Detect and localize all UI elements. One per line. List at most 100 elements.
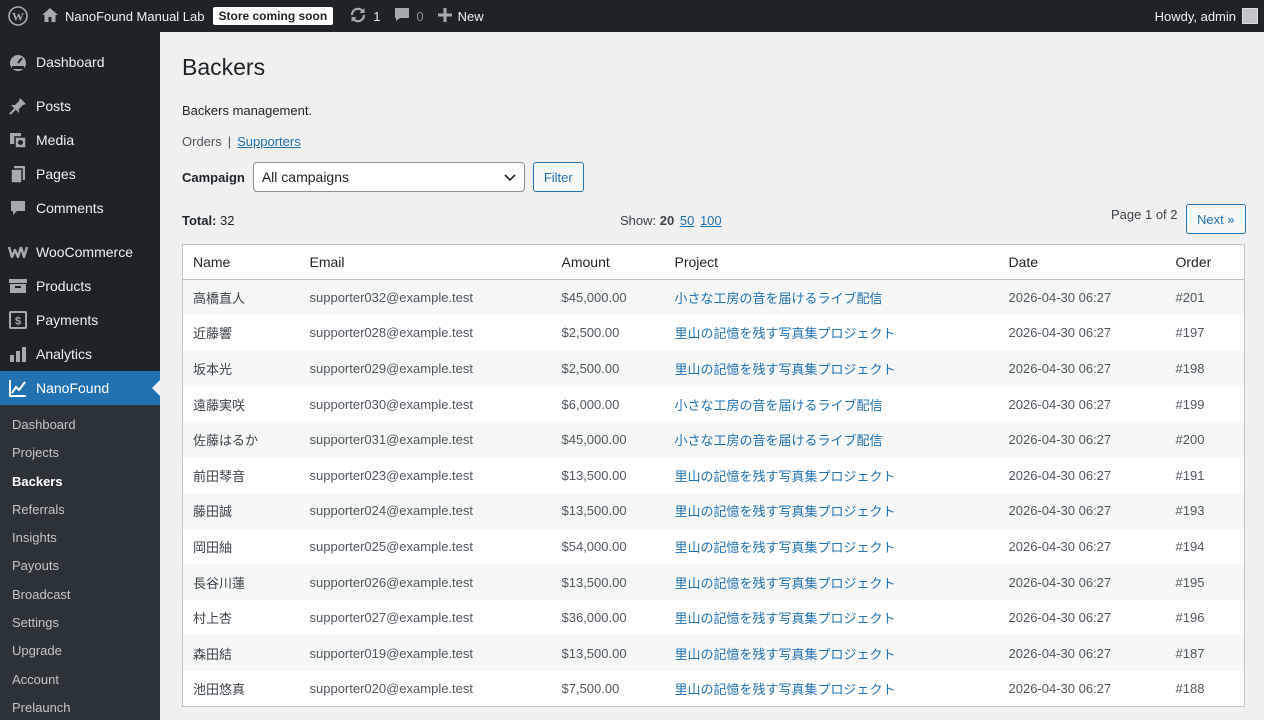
submenu-payouts[interactable]: Payouts [0, 552, 160, 580]
menu-pages[interactable]: Pages [0, 157, 160, 191]
submenu-projects[interactable]: Projects [0, 439, 160, 467]
cell-order: #187 [1175, 645, 1205, 661]
cell-date: 2026-04-30 06:27 [1008, 503, 1112, 519]
cell-order: #198 [1175, 360, 1205, 376]
my-account-link[interactable]: Howdy, admin [1148, 0, 1264, 32]
cell-project-link[interactable]: 里山の記憶を残す写真集プロジェクト [675, 611, 896, 626]
new-content-link[interactable]: New [431, 0, 491, 32]
submenu-settings[interactable]: Settings [0, 609, 160, 637]
cell-email: supporter028@example.test [309, 325, 474, 341]
cell-email: supporter030@example.test [309, 396, 474, 412]
cell-project-link[interactable]: 里山の記憶を残す写真集プロジェクト [675, 326, 896, 341]
cell-email: supporter025@example.test [309, 538, 474, 554]
submenu-referrals[interactable]: Referrals [0, 496, 160, 524]
column-header-email: Email [299, 244, 552, 280]
cell-order: #195 [1175, 574, 1205, 590]
cell-project-link[interactable]: 里山の記憶を残す写真集プロジェクト [675, 504, 896, 519]
cell-date: 2026-04-30 06:27 [1008, 325, 1112, 341]
table-row: 村上杏 supporter027@example.test $36,000.00… [183, 600, 1245, 636]
comments-count: 0 [416, 8, 424, 24]
cell-email: supporter031@example.test [309, 432, 474, 448]
cell-project-link[interactable]: 里山の記憶を残す写真集プロジェクト [675, 682, 896, 697]
cell-order: #199 [1175, 396, 1205, 412]
cell-project-link[interactable]: 里山の記憶を残す写真集プロジェクト [675, 647, 896, 662]
cell-email: supporter024@example.test [309, 503, 474, 519]
comments-link[interactable]: 0 [387, 0, 430, 32]
comment-icon [8, 198, 28, 218]
submenu-broadcast[interactable]: Broadcast [0, 581, 160, 609]
menu-nanofound[interactable]: NanoFound [0, 371, 160, 405]
menu-comments[interactable]: Comments [0, 191, 160, 225]
cell-email: supporter032@example.test [309, 290, 474, 306]
total-value: 32 [220, 213, 235, 228]
svg-text:$: $ [15, 316, 21, 328]
new-label: New [457, 8, 484, 24]
cell-amount: $54,000.00 [561, 538, 627, 554]
cell-name: 藤田誠 [193, 504, 233, 520]
cell-project-link[interactable]: 小さな工房の音を届けるライブ配信 [675, 433, 883, 448]
cell-project-link[interactable]: 里山の記憶を残す写真集プロジェクト [675, 469, 896, 484]
submenu-account[interactable]: Account [0, 666, 160, 694]
submenu-upgrade[interactable]: Upgrade [0, 637, 160, 665]
table-row: 長谷川蓮 supporter026@example.test $13,500.0… [182, 564, 1245, 600]
cell-email: supporter020@example.test [309, 681, 474, 697]
per-page-100-link[interactable]: 100 [700, 213, 722, 228]
submenu-insights[interactable]: Insights [0, 524, 160, 552]
menu-analytics[interactable]: Analytics [0, 337, 160, 371]
menu-label: Media [36, 132, 75, 148]
view-supporters-link[interactable]: Supporters [237, 134, 301, 149]
filter-button[interactable]: Filter [532, 162, 584, 192]
wordpress-logo-icon[interactable]: W [0, 0, 36, 32]
nanofound-submenu: Dashboard Projects Backers Referrals Ins… [0, 405, 160, 720]
submenu-prelaunch[interactable]: Prelaunch [0, 694, 160, 720]
menu-label: Analytics [36, 346, 93, 362]
home-icon [42, 7, 58, 25]
menu-products[interactable]: Products [0, 269, 160, 303]
menu-label: Products [36, 278, 92, 294]
cell-order: #197 [1175, 325, 1205, 341]
cell-date: 2026-04-30 06:27 [1008, 645, 1112, 661]
menu-posts[interactable]: Posts [0, 89, 160, 123]
filter-row: Campaign All campaigns Filter [182, 162, 1264, 192]
store-status-badge[interactable]: Store coming soon [212, 7, 334, 25]
campaign-select[interactable]: All campaigns [252, 162, 525, 192]
cell-date: 2026-04-30 06:27 [1008, 681, 1112, 697]
cell-order: #188 [1175, 681, 1205, 697]
cell-order: #201 [1175, 290, 1205, 306]
next-page-button[interactable]: Next » [1186, 204, 1246, 234]
cell-project-link[interactable]: 里山の記憶を残す写真集プロジェクト [675, 362, 896, 377]
cell-project-link[interactable]: 小さな工房の音を届けるライブ配信 [675, 398, 883, 413]
menu-label: WooCommerce [36, 244, 133, 260]
menu-woocommerce[interactable]: WooCommerce [0, 235, 160, 269]
menu-label: Pages [36, 166, 76, 182]
per-page-50-link[interactable]: 50 [680, 213, 694, 228]
view-orders[interactable]: Orders [182, 134, 222, 149]
cell-date: 2026-04-30 06:27 [1008, 538, 1112, 554]
cell-project-link[interactable]: 小さな工房の音を届けるライブ配信 [675, 291, 883, 306]
site-name: NanoFound Manual Lab [65, 8, 205, 24]
menu-dashboard[interactable]: Dashboard [0, 45, 160, 79]
table-row: 藤田誠 supporter024@example.test $13,500.00… [182, 493, 1245, 529]
menu-payments[interactable]: $ Payments [0, 303, 160, 337]
submenu-dashboard[interactable]: Dashboard [0, 411, 160, 439]
menu-media[interactable]: Media [0, 123, 160, 157]
cell-project-link[interactable]: 里山の記憶を残す写真集プロジェクト [675, 576, 896, 591]
cell-date: 2026-04-30 06:27 [1008, 467, 1112, 483]
site-name-link[interactable]: NanoFound Manual Lab Store coming soon [36, 0, 342, 32]
table-row: 岡田紬 supporter025@example.test $54,000.00… [183, 529, 1245, 565]
cell-project-link[interactable]: 里山の記憶を残す写真集プロジェクト [675, 540, 896, 555]
table-row: 森田結 supporter019@example.test $13,500.00… [182, 635, 1245, 672]
cell-email: supporter026@example.test [309, 574, 474, 590]
chevron-down-icon [504, 170, 516, 182]
updates-link[interactable]: 1 [342, 0, 387, 32]
cell-name: 坂本光 [193, 361, 233, 377]
cell-amount: $13,500.00 [561, 467, 627, 483]
menu-label: NanoFound [36, 380, 110, 396]
cell-date: 2026-04-30 06:27 [1008, 360, 1112, 376]
menu-label: Comments [36, 200, 104, 216]
campaign-label: Campaign [182, 169, 245, 185]
pin-icon [8, 96, 28, 116]
cell-amount: $45,000.00 [561, 432, 627, 448]
submenu-backers[interactable]: Backers [0, 468, 160, 496]
cell-amount: $7,500.00 [561, 681, 620, 697]
